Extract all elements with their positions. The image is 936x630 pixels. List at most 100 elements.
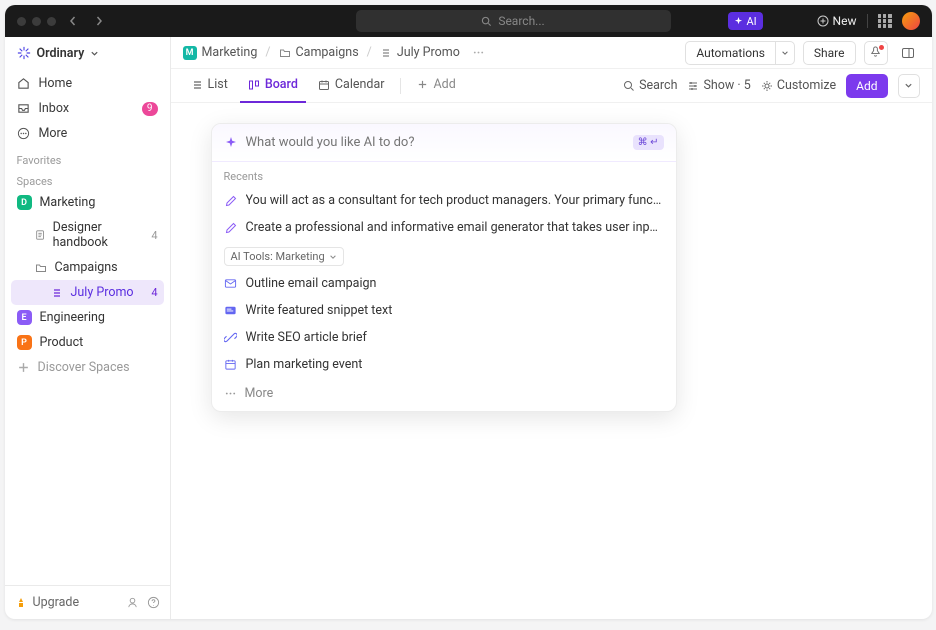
recent-item[interactable]: You will act as a consultant for tech pr… [212,187,676,214]
view-list[interactable]: List [183,69,236,103]
space-badge: P [17,335,32,350]
discover-spaces[interactable]: Discover Spaces [11,355,164,380]
nav-fwd-button[interactable] [90,12,108,30]
workspace-logo-icon [17,46,31,60]
sparkle-icon [224,136,238,150]
crumb-july-promo[interactable]: July Promo [380,45,460,60]
search-placeholder: Search... [498,14,544,28]
add-button[interactable]: Add [846,74,887,98]
user-avatar[interactable] [902,12,920,30]
global-search[interactable]: Search... [356,10,671,32]
show-action[interactable]: Show · 5 [687,78,750,93]
ai-input-row: ⌘ ↵ [212,124,676,162]
tool-plan-event[interactable]: Plan marketing event [212,351,676,378]
chevron-down-icon [329,253,337,261]
view-board[interactable]: Board [240,69,306,103]
content: M Marketing / Campaigns / July Promo Aut… [171,37,932,619]
sliders-icon [687,80,699,92]
space-badge: E [17,310,32,325]
inbox-icon [17,102,31,116]
doc-icon [35,229,45,241]
board-icon [248,79,260,91]
chevron-down-icon [90,49,99,58]
mail-icon [224,277,238,291]
space-marketing[interactable]: D Marketing [11,190,164,215]
titlebar: Search... AI New [5,5,932,37]
plus-icon [17,361,30,374]
panel-icon [901,46,915,60]
more-icon [17,127,31,141]
nav-home[interactable]: Home [11,71,164,96]
help-icon[interactable] [147,596,160,609]
window-controls[interactable] [17,17,56,26]
calendar-icon [224,358,238,372]
tool-email-campaign[interactable]: Outline email campaign [212,270,676,297]
pencil-icon [224,194,238,208]
automations-caret[interactable] [775,41,795,65]
max-dot[interactable] [47,17,56,26]
recent-item[interactable]: Create a professional and informative em… [212,214,676,241]
add-view[interactable]: Add [409,69,463,103]
search-action[interactable]: Search [623,78,677,93]
user-icon[interactable] [126,596,139,609]
list-icon [380,47,392,59]
tree-campaigns[interactable]: Campaigns [11,255,164,280]
space-engineering[interactable]: E Engineering [11,305,164,330]
add-caret[interactable] [898,74,920,98]
plus-circle-icon [817,15,829,27]
workspace-name: Ordinary [37,46,85,61]
new-button[interactable]: New [817,14,857,28]
ai-tools-dropdown[interactable]: AI Tools: Marketing [224,247,344,266]
tree-designer-handbook[interactable]: Designer handbook 4 [11,215,164,255]
nav-inbox[interactable]: Inbox 9 [11,96,164,121]
panel-toggle[interactable] [896,41,920,65]
ai-panel: ⌘ ↵ Recents You will act as a consultant… [211,123,677,412]
share-button[interactable]: Share [803,41,856,65]
upgrade-icon [15,597,27,609]
calendar-icon [318,79,330,91]
automations-button[interactable]: Automations [685,41,775,65]
customize-action[interactable]: Customize [761,78,836,93]
tool-snippet[interactable]: Write featured snippet text [212,297,676,324]
more-icon [224,387,237,400]
link-icon [224,331,238,345]
ai-input[interactable] [246,135,625,150]
shortcut-badge: ⌘ ↵ [633,135,664,150]
pencil-icon [224,221,238,235]
plus-icon [417,79,428,90]
list-icon [51,287,63,299]
view-bar: List Board Calendar Add [171,69,932,103]
nav-back-button[interactable] [64,12,82,30]
list-icon [191,79,203,91]
recents-label: Recents [212,162,676,187]
close-dot[interactable] [17,17,26,26]
more-tools[interactable]: More [212,378,676,411]
more-icon[interactable] [472,46,485,59]
space-product[interactable]: P Product [11,330,164,355]
spaces-label: Spaces [5,169,170,190]
sidebar-footer: Upgrade [5,585,170,619]
apps-icon[interactable] [878,14,892,28]
home-icon [17,77,31,91]
min-dot[interactable] [32,17,41,26]
space-badge: D [17,195,32,210]
snippet-icon [224,304,238,318]
upgrade-button[interactable]: Upgrade [33,595,80,610]
favorites-label: Favorites [5,148,170,169]
crumb-campaigns[interactable]: Campaigns [279,45,359,60]
workspace-switcher[interactable]: Ordinary [5,37,170,69]
inbox-badge: 9 [142,102,158,116]
nav-more[interactable]: More [11,121,164,146]
notif-button[interactable] [864,41,888,65]
crumb-marketing[interactable]: M Marketing [183,45,258,60]
breadcrumb-bar: M Marketing / Campaigns / July Promo Aut… [171,37,932,69]
app-window: Search... AI New Ordinary [5,5,932,619]
tool-seo[interactable]: Write SEO article brief [212,324,676,351]
gear-icon [761,80,773,92]
view-calendar[interactable]: Calendar [310,69,393,103]
sparkle-icon [734,17,743,26]
ai-badge[interactable]: AI [728,12,762,30]
search-icon [623,80,635,92]
tree-july-promo[interactable]: July Promo 4 [11,280,164,305]
sidebar: Ordinary Home Inbox 9 More Favorites [5,37,171,619]
